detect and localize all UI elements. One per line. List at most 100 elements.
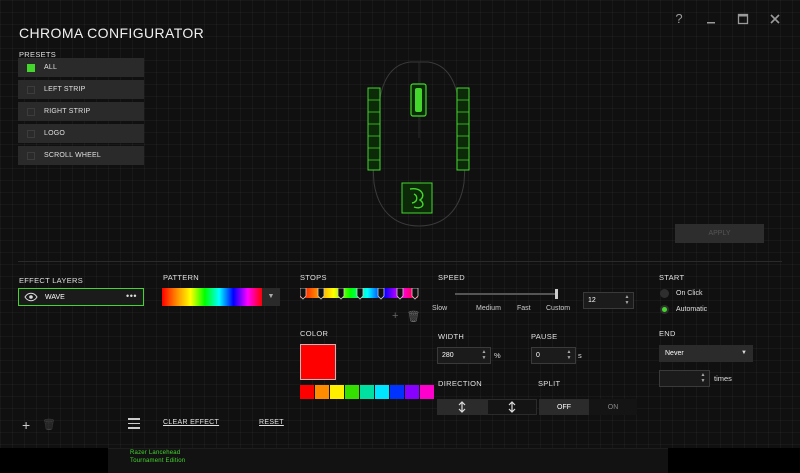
selected-color-swatch[interactable] xyxy=(300,344,336,380)
stepper-arrows-icon[interactable]: ▲ ▼ xyxy=(699,372,707,384)
split-off-button[interactable]: OFF xyxy=(539,399,589,415)
speed-label: SPEED xyxy=(438,273,465,282)
preset-scroll-wheel[interactable]: SCROLL WHEEL xyxy=(18,146,144,165)
maximize-icon[interactable] xyxy=(736,12,750,26)
section-divider xyxy=(18,261,782,262)
add-stop-icon[interactable]: + xyxy=(392,310,398,323)
stop-tools: + 🗑 xyxy=(392,310,420,323)
scroll-wheel-led[interactable] xyxy=(410,83,427,117)
color-swatch[interactable] xyxy=(345,385,359,399)
direction-label: DIRECTION xyxy=(438,379,482,388)
eye-icon[interactable] xyxy=(24,292,38,302)
color-swatch[interactable] xyxy=(360,385,374,399)
clear-effect-button[interactable]: CLEAR EFFECT xyxy=(163,419,219,426)
radio-button-selected[interactable] xyxy=(660,305,669,314)
trash-icon[interactable]: 🗑 xyxy=(406,310,420,323)
start-label: START xyxy=(659,273,685,282)
preset-logo-checkbox[interactable] xyxy=(27,129,35,138)
speed-input[interactable]: 12 ▲ ▼ xyxy=(583,292,634,309)
stop-marker xyxy=(411,288,419,300)
direction-down-up-button[interactable] xyxy=(487,399,537,415)
start-automatic-radio[interactable]: Automatic xyxy=(660,305,707,314)
radio-button[interactable] xyxy=(660,289,669,298)
window-controls: ? xyxy=(672,12,782,26)
stepper-arrows-icon[interactable]: ▲ ▼ xyxy=(623,294,631,306)
speed-custom-label: Custom xyxy=(546,305,571,312)
width-input[interactable]: 280 ▲ ▼ xyxy=(437,347,491,364)
split-label: SPLIT xyxy=(538,379,561,388)
add-layer-icon[interactable]: + xyxy=(22,417,30,433)
pause-value: 0 xyxy=(536,352,540,359)
speed-slider[interactable] xyxy=(455,289,558,299)
arrow-up-down-icon xyxy=(458,401,466,413)
reset-button[interactable]: RESET xyxy=(259,419,284,426)
split-on-button[interactable]: ON xyxy=(589,399,637,415)
device-caption-strip: Razer Lancehead Tournament Edition xyxy=(108,448,668,473)
logo-led[interactable] xyxy=(401,182,433,214)
effect-layer-wave[interactable]: WAVE ••• xyxy=(18,288,144,306)
device-name-line2: Tournament Edition xyxy=(130,458,186,464)
chevron-down-icon: ▼ xyxy=(741,350,747,356)
stops-label: STOPS xyxy=(300,273,327,282)
end-label: END xyxy=(659,329,676,338)
help-icon[interactable]: ? xyxy=(672,12,686,26)
color-swatch[interactable] xyxy=(300,385,314,399)
stepper-arrows-icon[interactable]: ▲ ▼ xyxy=(480,349,488,361)
preset-scroll-wheel-checkbox[interactable] xyxy=(27,151,35,160)
width-label: WIDTH xyxy=(438,332,465,341)
direction-up-down-button[interactable] xyxy=(437,399,487,415)
color-label: COLOR xyxy=(300,329,329,338)
color-swatch[interactable] xyxy=(390,385,404,399)
device-name-line1: Razer Lancehead xyxy=(130,450,181,456)
close-icon[interactable] xyxy=(768,12,782,26)
left-strip-leds[interactable] xyxy=(367,87,381,171)
stop-marker xyxy=(356,288,364,300)
preset-all[interactable]: ALL xyxy=(18,58,144,77)
start-on-click-radio[interactable]: On Click xyxy=(660,289,702,298)
stepper-arrows-icon[interactable]: ▲ ▼ xyxy=(565,349,573,361)
preset-left-strip-checkbox[interactable] xyxy=(27,85,35,94)
delete-layer-icon[interactable]: 🗑 xyxy=(42,418,56,431)
preset-left-strip-label: LEFT STRIP xyxy=(44,86,86,93)
end-select[interactable]: Never ▼ xyxy=(659,345,753,362)
preset-right-strip[interactable]: RIGHT STRIP xyxy=(18,102,144,121)
color-swatch[interactable] xyxy=(405,385,419,399)
stop-markers[interactable] xyxy=(300,288,420,304)
speed-slider-handle[interactable] xyxy=(555,289,558,299)
arrow-down-up-icon xyxy=(508,401,516,413)
preset-right-strip-checkbox[interactable] xyxy=(27,107,35,116)
chevron-down-icon[interactable]: ▼ xyxy=(262,288,280,306)
preset-left-strip[interactable]: LEFT STRIP xyxy=(18,80,144,99)
preset-logo-label: LOGO xyxy=(44,130,66,137)
apply-button[interactable]: APPLY xyxy=(675,224,764,243)
minimize-icon[interactable] xyxy=(704,12,718,26)
color-swatch[interactable] xyxy=(375,385,389,399)
color-swatch[interactable] xyxy=(315,385,329,399)
menu-icon[interactable] xyxy=(128,418,140,432)
preset-all-label: ALL xyxy=(44,64,58,71)
speed-slow-label: Slow xyxy=(432,305,448,312)
stop-marker xyxy=(396,288,404,300)
color-swatch[interactable] xyxy=(420,385,434,399)
stop-marker xyxy=(300,288,307,300)
pattern-label: PATTERN xyxy=(163,273,199,282)
pattern-dropdown[interactable]: ▼ xyxy=(162,288,280,306)
end-select-value: Never xyxy=(665,350,684,357)
pause-unit: s xyxy=(578,351,582,360)
color-swatch[interactable] xyxy=(330,385,344,399)
stop-marker xyxy=(377,288,385,300)
stop-marker xyxy=(337,288,345,300)
color-swatches xyxy=(300,385,434,399)
preset-all-checkbox[interactable] xyxy=(27,63,35,72)
effect-layers-label: EFFECT LAYERS xyxy=(19,276,84,285)
pause-label: PAUSE xyxy=(531,332,558,341)
width-value: 280 xyxy=(442,352,454,359)
end-times-input[interactable]: ▲ ▼ xyxy=(659,370,710,387)
preset-logo[interactable]: LOGO xyxy=(18,124,144,143)
layer-options-icon[interactable]: ••• xyxy=(126,291,137,301)
mouse-preview[interactable] xyxy=(364,58,474,228)
start-on-click-label: On Click xyxy=(676,290,703,297)
pause-input[interactable]: 0 ▲ ▼ xyxy=(531,347,576,364)
right-strip-leds[interactable] xyxy=(456,87,470,171)
stop-marker xyxy=(317,288,325,300)
